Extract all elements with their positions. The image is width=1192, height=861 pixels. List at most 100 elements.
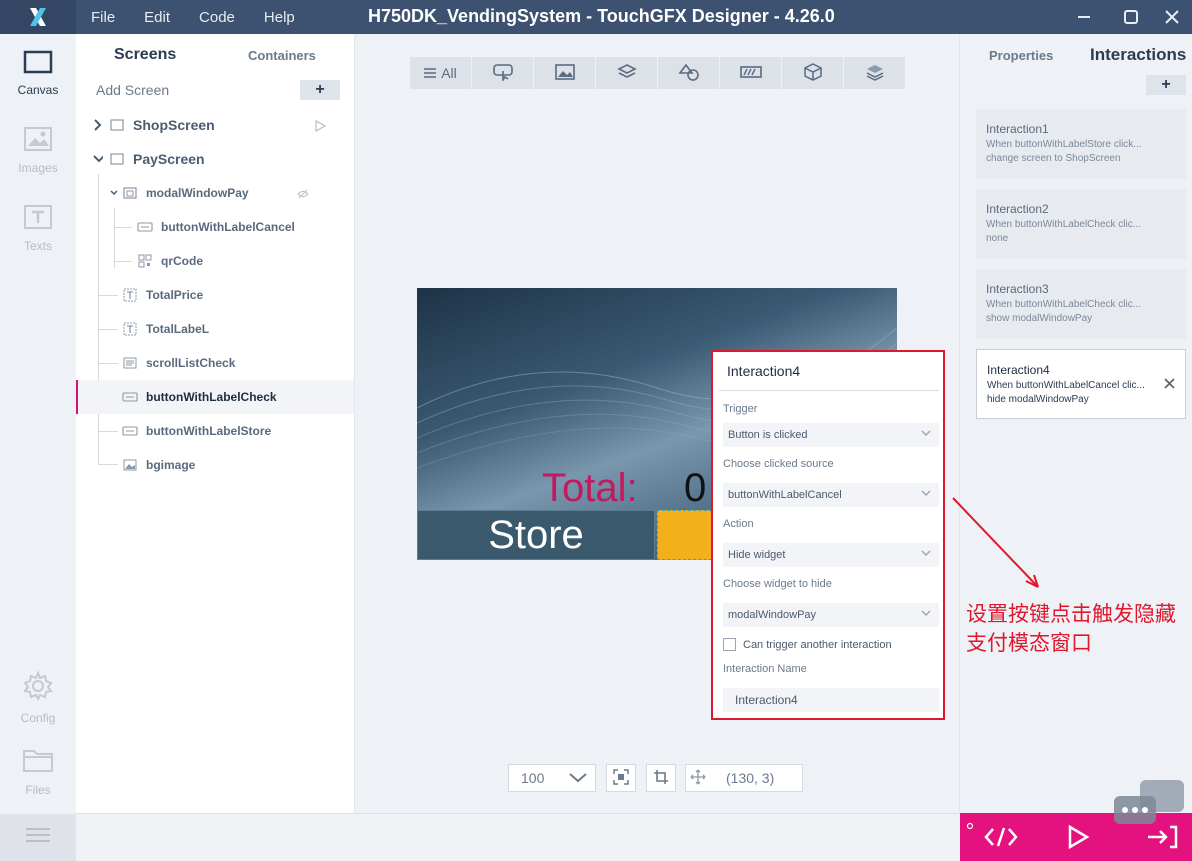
run-simulator-icon[interactable] <box>1066 824 1090 854</box>
tree-item-buttonwithlabelstore[interactable]: buttonWithLabelStore <box>76 414 354 448</box>
interaction-card[interactable]: Interaction1 When buttonWithLabelStore c… <box>976 109 1186 179</box>
minimize-button[interactable] <box>1064 0 1104 34</box>
cube-icon <box>803 62 823 85</box>
filter-stack-button[interactable] <box>844 57 905 89</box>
filter-shapes-button[interactable] <box>658 57 719 89</box>
total-price[interactable]: 0 <box>684 466 706 511</box>
maximize-button[interactable] <box>1111 0 1151 34</box>
coordinates-display: (130, 3) <box>685 764 803 792</box>
tree-item-bgimage[interactable]: bgimage <box>76 448 354 482</box>
total-label[interactable]: Total: <box>542 466 638 511</box>
menu-file[interactable]: File <box>91 9 115 26</box>
rail-texts[interactable]: Texts <box>0 204 76 274</box>
interaction-card-active[interactable]: Interaction4 When buttonWithLabelCancel … <box>976 349 1186 419</box>
store-button[interactable]: Store <box>417 510 655 560</box>
chevron-down-icon[interactable] <box>93 152 103 166</box>
tab-interactions[interactable]: Interactions <box>1090 45 1186 65</box>
tree-item-buttonwithlabelcancel[interactable]: buttonWithLabelCancel <box>76 210 354 244</box>
tree-item-label: ShopScreen <box>133 117 215 133</box>
interaction-line2: show modalWindowPay <box>986 313 1093 324</box>
source-select[interactable]: buttonWithLabelCancel <box>723 483 939 507</box>
interaction-card[interactable]: Interaction2 When buttonWithLabelCheck c… <box>976 189 1186 259</box>
tree-item-shopscreen[interactable]: ShopScreen <box>76 108 354 142</box>
fit-screen-button[interactable] <box>606 764 636 792</box>
interaction-desc: When buttonWithLabelCheck clic... none <box>986 218 1176 246</box>
list-icon <box>122 356 138 370</box>
filter-3d-button[interactable] <box>782 57 843 89</box>
tree-item-totallabel[interactable]: TotalLabeL <box>76 312 354 346</box>
tree-item-label: scrollListCheck <box>146 356 236 370</box>
filter-progress-button[interactable] <box>720 57 781 89</box>
action-select[interactable]: Hide widget <box>723 543 939 567</box>
rail-canvas[interactable]: Canvas <box>0 50 76 120</box>
zoom-select[interactable]: 100 <box>508 764 596 792</box>
widget-select[interactable]: modalWindowPay <box>723 603 939 627</box>
image-icon <box>122 458 138 472</box>
menu-help[interactable]: Help <box>264 9 295 26</box>
interaction-line2: change screen to ShopScreen <box>986 153 1121 164</box>
interaction-card[interactable]: Interaction3 When buttonWithLabelCheck c… <box>976 269 1186 339</box>
tree-item-label: modalWindowPay <box>146 186 249 200</box>
interaction-desc: When buttonWithLabelStore click... change… <box>986 138 1176 166</box>
rail-images[interactable]: Images <box>0 126 76 196</box>
tree-item-buttonwithlabelcheck[interactable]: buttonWithLabelCheck <box>76 380 354 414</box>
rail-config[interactable]: Config <box>0 670 76 740</box>
play-icon[interactable] <box>314 119 327 135</box>
tree-item-label: buttonWithLabelCancel <box>161 220 295 234</box>
crop-icon <box>653 769 669 788</box>
crop-button[interactable] <box>646 764 676 792</box>
tree-item-label: TotalLabeL <box>146 322 210 336</box>
filter-interaction-button[interactable] <box>472 57 533 89</box>
qr-icon <box>137 254 153 268</box>
tree-item-payscreen[interactable]: PayScreen <box>76 142 354 176</box>
tab-containers[interactable]: Containers <box>248 48 316 63</box>
canvas-icon <box>23 50 53 79</box>
tree-item-label: qrCode <box>161 254 203 268</box>
chevron-right-icon[interactable] <box>93 118 103 132</box>
tree-item-modalwindowpay[interactable]: modalWindowPay <box>76 176 354 210</box>
interaction-name-input[interactable]: Interaction4 <box>723 688 939 712</box>
delete-interaction-icon[interactable] <box>1164 376 1175 392</box>
annotation-line-2: 支付模态窗口 <box>966 632 1092 655</box>
canvas-bottom-toolbar: 100 (130, 3) <box>508 764 803 792</box>
tree-item-scrolllistcheck[interactable]: scrollListCheck <box>76 346 354 380</box>
widget-value: modalWindowPay <box>728 609 817 621</box>
menu-edit[interactable]: Edit <box>144 9 170 26</box>
interaction-line1: When buttonWithLabelStore click... <box>986 139 1142 150</box>
action-value: Hide widget <box>728 549 786 561</box>
filter-image-button[interactable] <box>534 57 595 89</box>
rail-collapse-button[interactable] <box>0 814 76 861</box>
rail-canvas-label: Canvas <box>17 83 59 97</box>
folder-icon <box>22 746 54 779</box>
chat-bubble-icon[interactable] <box>1112 778 1186 833</box>
shapes-icon <box>677 63 700 84</box>
chevron-down-icon[interactable] <box>110 186 118 200</box>
tab-screens[interactable]: Screens <box>114 46 176 64</box>
add-interaction-button[interactable]: + <box>1146 75 1186 95</box>
interaction-title: Interaction3 <box>986 282 1049 296</box>
annotation-text: 设置按键点击触发隐藏 支付模态窗口 <box>966 600 1176 658</box>
trigger-select[interactable]: Button is clicked <box>723 423 939 447</box>
trigger-label: Trigger <box>723 403 758 415</box>
tree-item-label: PayScreen <box>133 151 205 167</box>
tab-properties[interactable]: Properties <box>989 48 1053 63</box>
name-label: Interaction Name <box>723 663 807 675</box>
filter-all-button[interactable]: All <box>410 57 471 89</box>
rail-files[interactable]: Files <box>0 746 76 816</box>
add-screen-button[interactable]: + <box>300 80 340 100</box>
code-icon[interactable] <box>984 825 1018 854</box>
tree-item-totalprice[interactable]: TotalPrice <box>76 278 354 312</box>
check-button[interactable] <box>657 510 717 560</box>
close-button[interactable] <box>1152 0 1192 34</box>
texts-icon <box>23 204 53 235</box>
coords-value: (130, 3) <box>726 770 775 786</box>
tree-item-label: bgimage <box>146 458 196 472</box>
menu-code[interactable]: Code <box>199 9 235 26</box>
filter-container-button[interactable] <box>596 57 657 89</box>
visibility-hidden-icon[interactable] <box>297 188 309 202</box>
screens-panel: Screens Containers Add Screen + ShopScre… <box>76 34 355 813</box>
button-icon <box>122 390 138 404</box>
can-trigger-checkbox[interactable] <box>723 638 736 651</box>
rail-config-label: Config <box>20 711 56 725</box>
tree-item-qrcode[interactable]: qrCode <box>76 244 354 278</box>
